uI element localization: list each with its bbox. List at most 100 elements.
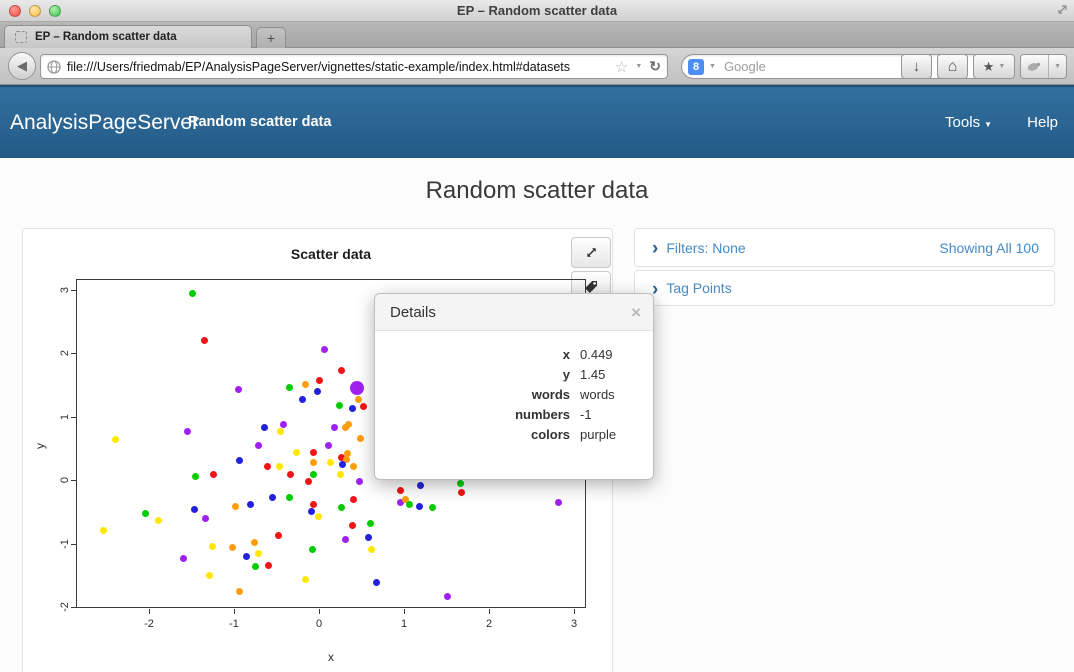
scatter-point[interactable] (416, 503, 423, 510)
scatter-point[interactable] (202, 515, 209, 522)
url-text[interactable]: file:///Users/friedmab/EP/AnalysisPageSe… (67, 60, 615, 74)
navbar-page-label[interactable]: Random scatter data (188, 87, 331, 158)
scatter-point[interactable] (337, 471, 344, 478)
filters-toggle[interactable]: Filters: None (666, 240, 745, 256)
scatter-point[interactable] (184, 428, 191, 435)
scatter-point[interactable] (350, 496, 357, 503)
scatter-point[interactable] (314, 388, 321, 395)
showing-all-link[interactable]: Showing All 100 (939, 240, 1039, 256)
scatter-point[interactable] (356, 478, 363, 485)
scatter-point[interactable] (261, 424, 268, 431)
scatter-point[interactable] (235, 386, 242, 393)
scatter-point[interactable] (255, 442, 262, 449)
scatter-point[interactable] (350, 463, 357, 470)
scatter-point[interactable] (277, 428, 284, 435)
tools-menu[interactable]: Tools▼ (945, 87, 992, 158)
addon-split-button[interactable]: ▼ (1020, 54, 1067, 79)
search-engine-caret-icon[interactable]: ▼ (709, 63, 716, 70)
scatter-point[interactable] (406, 501, 413, 508)
scatter-point[interactable] (189, 290, 196, 297)
scatter-point[interactable] (310, 501, 317, 508)
reload-icon[interactable]: ↻ (649, 58, 661, 75)
scatter-point[interactable] (255, 550, 262, 557)
scatter-point[interactable] (367, 520, 374, 527)
scatter-point[interactable] (265, 562, 272, 569)
scatter-point[interactable] (287, 471, 294, 478)
scatter-point[interactable] (310, 449, 317, 456)
scatter-point[interactable] (112, 436, 119, 443)
bookmark-star-outline-icon[interactable]: ☆ (615, 58, 628, 76)
tag-points-toggle[interactable]: Tag Points (666, 280, 731, 296)
scatter-point[interactable] (299, 396, 306, 403)
scatter-point[interactable] (355, 396, 362, 403)
scatter-point[interactable] (251, 539, 258, 546)
filters-panel[interactable]: › Filters: None Showing All 100 (634, 228, 1055, 267)
scatter-point[interactable] (339, 461, 346, 468)
scatter-point[interactable] (305, 478, 312, 485)
scatter-point[interactable] (327, 459, 334, 466)
url-dropdown-caret-icon[interactable]: ▼ (635, 63, 642, 70)
scatter-point[interactable] (252, 563, 259, 570)
scatter-point[interactable] (293, 449, 300, 456)
google-logo-icon[interactable]: 8 (688, 59, 704, 75)
browser-tab[interactable]: EP – Random scatter data (4, 25, 252, 48)
scatter-point[interactable] (316, 377, 323, 384)
scatter-point[interactable] (302, 381, 309, 388)
details-popup-header[interactable]: Details × (375, 294, 653, 331)
scatter-point[interactable] (349, 522, 356, 529)
scatter-point[interactable] (302, 576, 309, 583)
scatter-point[interactable] (360, 403, 367, 410)
scatter-point[interactable] (269, 494, 276, 501)
scatter-point[interactable] (210, 471, 217, 478)
scatter-point[interactable] (309, 546, 316, 553)
scatter-point[interactable] (280, 421, 287, 428)
scatter-point[interactable] (555, 499, 562, 506)
bookmarks-menu-button[interactable]: ★ ▼ (973, 54, 1015, 79)
scatter-point[interactable] (232, 503, 239, 510)
scatter-point[interactable] (331, 424, 338, 431)
scatter-point[interactable] (236, 457, 243, 464)
scatter-point[interactable] (458, 489, 465, 496)
scatter-point[interactable] (286, 384, 293, 391)
scatter-point[interactable] (308, 508, 315, 515)
scatter-point[interactable] (373, 579, 380, 586)
expand-plot-button[interactable] (571, 237, 611, 268)
scatter-point[interactable] (192, 473, 199, 480)
scatter-point[interactable] (321, 346, 328, 353)
scatter-point[interactable] (180, 555, 187, 562)
scatter-point[interactable] (457, 480, 464, 487)
tag-points-panel[interactable]: › Tag Points (634, 270, 1055, 306)
scatter-point[interactable] (357, 435, 364, 442)
scatter-point[interactable] (191, 506, 198, 513)
downloads-button[interactable]: ↓ (901, 54, 932, 79)
scatter-point[interactable] (345, 421, 352, 428)
scatter-point[interactable] (209, 543, 216, 550)
scatter-point[interactable] (276, 463, 283, 470)
scatter-point[interactable] (368, 546, 375, 553)
scatter-point[interactable] (310, 471, 317, 478)
scatter-point[interactable] (444, 593, 451, 600)
new-tab-button[interactable]: + (256, 27, 286, 48)
scatter-point[interactable] (286, 494, 293, 501)
home-button[interactable]: ⌂ (937, 54, 968, 79)
scatter-point[interactable] (243, 553, 250, 560)
scatter-point[interactable] (349, 405, 356, 412)
scatter-point[interactable] (336, 402, 343, 409)
window-resize-icon[interactable] (1056, 3, 1069, 21)
scatter-point[interactable] (325, 442, 332, 449)
scatter-point[interactable] (100, 527, 107, 534)
scatter-point[interactable] (275, 532, 282, 539)
scatter-point[interactable] (229, 544, 236, 551)
help-menu[interactable]: Help (1027, 87, 1058, 158)
scatter-point[interactable] (155, 517, 162, 524)
scatter-point[interactable] (201, 337, 208, 344)
back-button[interactable]: ◀ (8, 52, 36, 80)
scatter-point[interactable] (236, 588, 243, 595)
scatter-point[interactable] (417, 482, 424, 489)
scatter-point[interactable] (310, 459, 317, 466)
scatter-point[interactable] (315, 513, 322, 520)
selected-scatter-point[interactable] (350, 381, 364, 395)
close-icon[interactable]: × (631, 294, 641, 331)
url-bar[interactable]: file:///Users/friedmab/EP/AnalysisPageSe… (40, 54, 668, 79)
app-brand[interactable]: AnalysisPageServer (10, 87, 199, 158)
